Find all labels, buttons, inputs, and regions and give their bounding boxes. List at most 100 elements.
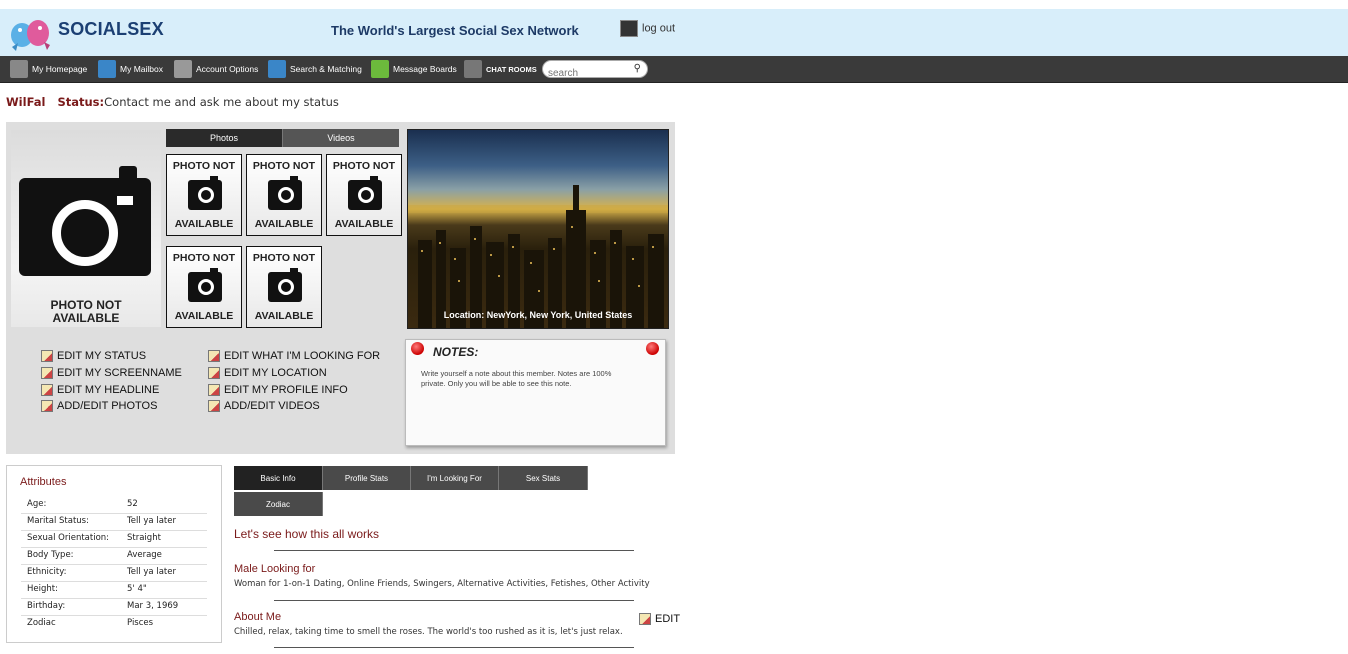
chat-icon bbox=[464, 60, 482, 78]
photo-thumb[interactable]: PHOTO NOT AVAILABLE bbox=[246, 246, 322, 328]
edit-link-label: EDIT MY HEADLINE bbox=[57, 384, 160, 396]
photo-thumb[interactable]: PHOTO NOT AVAILABLE bbox=[326, 154, 402, 236]
tab-sex-stats[interactable]: Sex Stats bbox=[499, 466, 588, 490]
nav-message-boards[interactable]: Message Boards bbox=[371, 60, 457, 78]
attribute-label: Zodiac bbox=[27, 618, 56, 628]
photo-thumb[interactable]: PHOTO NOT AVAILABLE bbox=[246, 154, 322, 236]
camera-icon bbox=[268, 268, 302, 302]
edit-videos-link[interactable]: ADD/EDIT VIDEOS bbox=[208, 400, 320, 412]
edit-headline-link[interactable]: EDIT MY HEADLINE bbox=[41, 384, 159, 396]
tab-basic-info[interactable]: Basic Info bbox=[234, 466, 323, 490]
edit-link-label: EDIT MY SCREENNAME bbox=[57, 367, 182, 379]
edit-profile-info-link[interactable]: EDIT MY PROFILE INFO bbox=[208, 384, 348, 396]
pencil-icon bbox=[208, 350, 220, 362]
attribute-label: Marital Status: bbox=[27, 516, 89, 526]
gear-icon bbox=[174, 60, 192, 78]
looking-for-title: Male Looking for bbox=[234, 563, 316, 575]
location-image bbox=[407, 129, 669, 329]
status-label: Status: bbox=[57, 95, 105, 109]
attribute-row: Zodiac Pisces bbox=[21, 615, 207, 632]
edit-screenname-link[interactable]: EDIT MY SCREENNAME bbox=[41, 367, 182, 379]
logo-text[interactable]: SOCIALSEX bbox=[58, 19, 164, 40]
status-line: WilFal Status:Contact me and ask me about… bbox=[6, 95, 339, 109]
tab-zodiac[interactable]: Zodiac bbox=[234, 492, 323, 516]
logout-link[interactable]: log out bbox=[620, 20, 675, 37]
tab-photos[interactable]: Photos bbox=[166, 129, 283, 147]
notes-title: NOTES: bbox=[433, 345, 479, 359]
pencil-icon bbox=[41, 384, 53, 396]
search-icon bbox=[268, 60, 286, 78]
attribute-row: Age: 52 bbox=[21, 496, 207, 514]
attribute-value: Mar 3, 1969 bbox=[127, 601, 179, 611]
status-text: Contact me and ask me about my status bbox=[104, 95, 339, 109]
attribute-value: Tell ya later bbox=[127, 516, 176, 526]
city-skyline-image bbox=[408, 185, 668, 328]
edit-looking-for-link[interactable]: EDIT WHAT I'M LOOKING FOR bbox=[208, 350, 380, 362]
pushpin-icon bbox=[646, 342, 659, 355]
attribute-row: Sexual Orientation: Straight bbox=[21, 530, 207, 548]
edit-photos-link[interactable]: ADD/EDIT PHOTOS bbox=[41, 400, 157, 412]
thumb-na-line1: PHOTO NOT bbox=[252, 252, 316, 264]
basic-info-heading: Let's see how this all works bbox=[234, 527, 380, 541]
camera-icon bbox=[188, 176, 222, 210]
username: WilFal bbox=[6, 95, 46, 109]
attribute-row: Height: 5' 4" bbox=[21, 581, 207, 599]
nav-search-matching[interactable]: Search & Matching bbox=[268, 60, 362, 78]
attribute-label: Sexual Orientation: bbox=[27, 533, 110, 543]
attribute-label: Birthday: bbox=[27, 601, 66, 611]
attribute-label: Body Type: bbox=[27, 550, 74, 560]
attribute-row: Ethnicity: Tell ya later bbox=[21, 564, 207, 582]
main-photo[interactable]: PHOTO NOT AVAILABLE bbox=[11, 130, 161, 327]
about-me-title: About Me bbox=[234, 611, 282, 623]
logout-icon bbox=[620, 20, 638, 37]
divider bbox=[274, 647, 634, 648]
mail-icon bbox=[98, 60, 116, 78]
attribute-value: Average bbox=[127, 550, 162, 560]
camera-icon bbox=[188, 268, 222, 302]
divider bbox=[274, 550, 634, 551]
edit-link-label: EDIT MY STATUS bbox=[57, 350, 147, 362]
magnifier-icon[interactable]: ⚲ bbox=[634, 63, 641, 74]
pencil-icon bbox=[208, 367, 220, 379]
photo-thumb[interactable]: PHOTO NOT AVAILABLE bbox=[166, 154, 242, 236]
logout-label: log out bbox=[642, 22, 676, 35]
logo-birds-icon[interactable] bbox=[6, 13, 56, 53]
thumb-na-line1: PHOTO NOT bbox=[172, 252, 236, 264]
search-input[interactable] bbox=[548, 66, 626, 81]
thumb-na-line2: AVAILABLE bbox=[174, 310, 234, 322]
thumb-na-line1: PHOTO NOT bbox=[332, 160, 396, 172]
media-tabs: Photos Videos bbox=[166, 129, 399, 147]
attribute-row: Birthday: Mar 3, 1969 bbox=[21, 598, 207, 616]
attribute-value: 52 bbox=[127, 499, 138, 509]
edit-link-label: EDIT WHAT I'M LOOKING FOR bbox=[224, 350, 381, 362]
thumb-na-line2: AVAILABLE bbox=[334, 218, 394, 230]
edit-about-me-link[interactable]: EDIT bbox=[639, 613, 680, 625]
edit-link-label: ADD/EDIT VIDEOS bbox=[224, 400, 320, 412]
thumb-na-line2: AVAILABLE bbox=[254, 310, 314, 322]
search-box[interactable]: ⚲ bbox=[542, 60, 648, 81]
tab-profile-stats[interactable]: Profile Stats bbox=[323, 466, 411, 490]
pushpin-icon bbox=[411, 342, 424, 355]
edit-location-link[interactable]: EDIT MY LOCATION bbox=[208, 367, 327, 379]
nav-my-homepage[interactable]: My Homepage bbox=[10, 60, 87, 78]
nav-chat-rooms[interactable]: CHAT ROOMS bbox=[464, 60, 537, 78]
nav-account-options[interactable]: Account Options bbox=[174, 60, 258, 78]
board-icon bbox=[371, 60, 389, 78]
tab-videos[interactable]: Videos bbox=[283, 129, 399, 147]
photo-na-line2: AVAILABLE bbox=[52, 311, 120, 325]
pencil-icon bbox=[41, 350, 53, 362]
photo-thumb[interactable]: PHOTO NOT AVAILABLE bbox=[166, 246, 242, 328]
nav-label: Account Options bbox=[196, 64, 259, 74]
looking-for-text: Woman for 1-on-1 Dating, Online Friends,… bbox=[234, 579, 650, 589]
tab-looking-for[interactable]: I'm Looking For bbox=[411, 466, 499, 490]
camera-icon bbox=[348, 176, 382, 210]
pencil-icon bbox=[208, 384, 220, 396]
nav-label: My Mailbox bbox=[120, 64, 163, 74]
about-me-text: Chilled, relax, taking time to smell the… bbox=[234, 627, 623, 637]
attribute-value: Tell ya later bbox=[127, 567, 176, 577]
edit-link-label: ADD/EDIT PHOTOS bbox=[57, 400, 158, 412]
edit-link-label: EDIT bbox=[655, 613, 681, 625]
nav-my-mailbox[interactable]: My Mailbox bbox=[98, 60, 163, 78]
edit-status-link[interactable]: EDIT MY STATUS bbox=[41, 350, 146, 362]
attribute-row: Body Type: Average bbox=[21, 547, 207, 565]
